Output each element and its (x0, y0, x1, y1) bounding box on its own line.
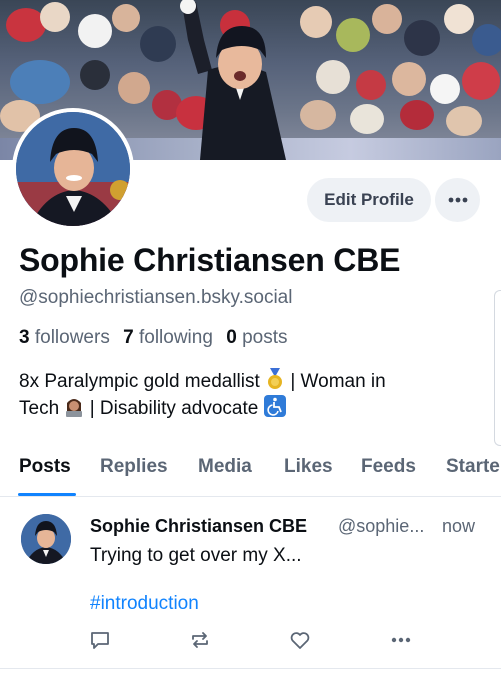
following-label: following (138, 327, 213, 348)
divider (0, 496, 501, 497)
like-button[interactable] (286, 626, 314, 654)
wheelchair-symbol-icon (263, 395, 286, 417)
followers-count: 3 (19, 327, 30, 348)
posts-stat: 0 posts (226, 327, 287, 348)
repost-icon (192, 632, 208, 648)
profile-display-name: Sophie Christiansen CBE (19, 242, 401, 278)
bio-text-2: | Woman in (285, 371, 386, 392)
ellipsis-icon (448, 197, 467, 203)
post-actions (0, 626, 501, 656)
profile-tabs: Posts Replies Media Likes Feeds Starte (0, 448, 501, 496)
divider (0, 668, 501, 669)
medal-icon (268, 368, 283, 389)
posts-count: 0 (226, 327, 237, 348)
scroll-indicator[interactable] (494, 290, 501, 446)
followers-link[interactable]: 3 followers (19, 327, 110, 348)
post-avatar-photo (21, 514, 71, 564)
tab-replies[interactable]: Replies (100, 456, 168, 478)
banner-rider-figure (180, 0, 286, 160)
like-icon (290, 632, 310, 649)
post-hashtag-link[interactable]: #introduction (90, 593, 199, 615)
profile-handle: @sophiechristiansen.bsky.social (19, 287, 293, 308)
post-author-handle[interactable]: @sophie... (338, 516, 424, 537)
following-link[interactable]: 7 following (123, 327, 213, 348)
edit-profile-button[interactable]: Edit Profile (307, 178, 431, 222)
tab-likes[interactable]: Likes (284, 456, 333, 478)
avatar-photo (16, 112, 130, 226)
tab-posts[interactable]: Posts (19, 456, 71, 478)
woman-technologist-icon (66, 399, 83, 417)
profile-stats: 3 followers 7 following 0 posts (19, 327, 287, 349)
profile-bio: 8x Paralympic gold medallist | Woman in … (19, 368, 469, 422)
followers-label: followers (34, 327, 110, 348)
tab-starter-packs[interactable]: Starte (446, 456, 500, 478)
post-author-avatar[interactable] (21, 514, 71, 564)
following-count: 7 (123, 327, 134, 348)
bio-text-4: | Disability advocate (84, 398, 264, 419)
tab-media[interactable]: Media (198, 456, 252, 478)
post-more-button[interactable] (387, 626, 415, 654)
post-author-name[interactable]: Sophie Christiansen CBE (90, 516, 307, 537)
bio-text-1: 8x Paralympic gold medallist (19, 371, 266, 392)
profile-more-button[interactable] (435, 178, 480, 222)
profile-avatar[interactable] (12, 108, 134, 230)
more-icon (391, 637, 411, 643)
post-timestamp[interactable]: now (442, 516, 475, 537)
repost-button[interactable] (186, 626, 214, 654)
posts-label: posts (242, 327, 288, 348)
post-text[interactable]: Trying to get over my X... (90, 545, 302, 567)
bio-text-3: Tech (19, 398, 65, 419)
tab-feeds[interactable]: Feeds (361, 456, 416, 478)
reply-button[interactable] (86, 626, 114, 654)
reply-icon (91, 632, 109, 649)
